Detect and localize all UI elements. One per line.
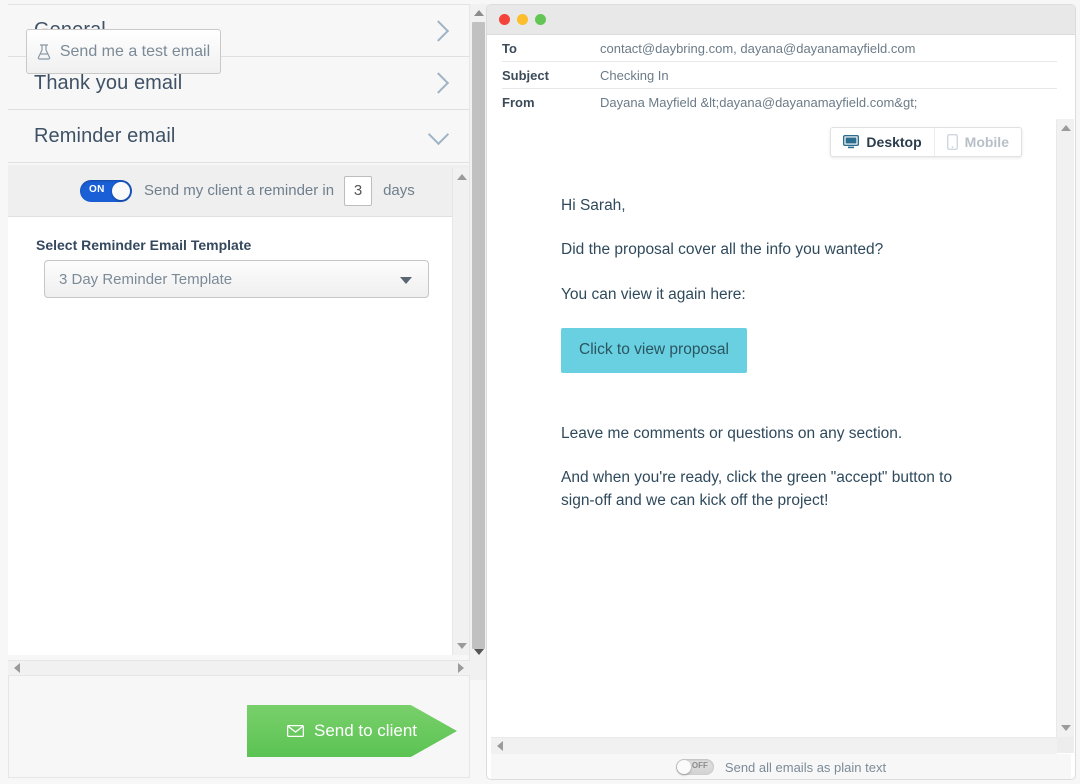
email-header-value-from: Dayana Mayfield &lt;dayana@dayanamayfiel… <box>600 95 917 110</box>
reminder-enabled-toggle[interactable]: ON <box>80 180 132 202</box>
app-root: General Thank you email Reminder email O… <box>0 0 1080 784</box>
email-line-2: You can view it again here: <box>561 284 981 306</box>
inner-vertical-scrollbar[interactable] <box>452 168 470 655</box>
view-mode-mobile[interactable]: Mobile <box>934 128 1021 156</box>
chevron-right-icon <box>428 72 449 93</box>
template-select-label: Select Reminder Email Template <box>36 237 251 253</box>
scroll-right-arrow-icon[interactable] <box>458 663 464 673</box>
email-line-1: Did the proposal cover all the info you … <box>561 239 981 261</box>
toggle-knob <box>112 182 130 200</box>
reminder-days-input[interactable]: 3 <box>344 176 372 206</box>
reminder-days-unit-label: days <box>383 182 415 199</box>
reminder-toggle-row: ON Send my client a reminder in 3 days <box>8 165 470 217</box>
reminder-template-select[interactable]: 3 Day Reminder Template <box>44 260 429 298</box>
email-line-4: And when you're ready, click the green "… <box>561 467 981 512</box>
scroll-up-arrow-icon[interactable] <box>1061 125 1071 131</box>
view-mode-desktop-label: Desktop <box>866 134 921 150</box>
phone-icon <box>947 134 958 150</box>
email-preview-panel: To contact@daybring.com, dayana@dayanama… <box>486 4 1076 780</box>
send-test-email-label: Send me a test email <box>60 43 210 61</box>
email-header-value-subject: Checking In <box>600 68 669 83</box>
email-body-content: Hi Sarah, Did the proposal cover all the… <box>561 195 981 534</box>
scrollbar-corner <box>1057 737 1074 753</box>
flask-icon <box>37 44 51 60</box>
monitor-icon <box>843 135 859 149</box>
view-mode-mobile-label: Mobile <box>965 134 1009 150</box>
email-header-key-from: From <box>502 95 600 110</box>
settings-accordion: General Thank you email Reminder email <box>8 4 470 163</box>
zoom-dot-icon[interactable] <box>535 14 546 25</box>
scroll-left-arrow-icon[interactable] <box>497 741 503 751</box>
scroll-left-arrow-icon[interactable] <box>14 663 20 673</box>
scroll-up-arrow-icon[interactable] <box>474 10 484 16</box>
preview-view-mode-toggle: Desktop Mobile <box>830 127 1022 157</box>
reminder-text-before: Send my client a reminder in <box>144 182 334 199</box>
accordion-section-reminder-email[interactable]: Reminder email <box>8 110 470 163</box>
settings-panel: General Thank you email Reminder email O… <box>0 0 486 784</box>
toggle-knob <box>677 760 691 774</box>
email-header-key-to: To <box>502 41 600 56</box>
accordion-label-thank-you-email: Thank you email <box>34 72 182 95</box>
outer-vertical-scrollbar[interactable] <box>469 4 487 680</box>
scroll-down-arrow-icon[interactable] <box>1061 725 1071 731</box>
scroll-down-arrow-icon[interactable] <box>457 643 467 649</box>
scrollbar-thumb[interactable] <box>472 22 485 649</box>
plain-text-toggle-state-label: OFF <box>692 761 708 770</box>
chevron-down-icon <box>428 124 449 145</box>
email-header-row-to: To contact@daybring.com, dayana@dayanama… <box>502 35 1057 62</box>
preview-horizontal-scrollbar[interactable] <box>491 737 1057 755</box>
plain-text-option-bar: OFF Send all emails as plain text <box>491 754 1071 780</box>
email-header-fields: To contact@daybring.com, dayana@dayanama… <box>487 35 1075 115</box>
email-header-row-from: From Dayana Mayfield &lt;dayana@dayanama… <box>502 89 1057 115</box>
email-header-key-subject: Subject <box>502 68 600 83</box>
envelope-icon <box>287 725 304 737</box>
preview-vertical-scrollbar[interactable] <box>1056 119 1074 737</box>
view-proposal-cta-button[interactable]: Click to view proposal <box>561 328 747 372</box>
scroll-up-arrow-icon[interactable] <box>457 174 467 180</box>
chevron-right-icon <box>428 20 449 41</box>
reminder-settings-body: Select Reminder Email Template 3 Day Rem… <box>8 217 470 655</box>
minimize-dot-icon[interactable] <box>517 14 528 25</box>
reminder-template-selected-value: 3 Day Reminder Template <box>59 271 232 288</box>
email-header-value-to: contact@daybring.com, dayana@dayanamayfi… <box>600 41 915 56</box>
chevron-down-icon <box>400 277 412 284</box>
reminder-toggle-state-label: ON <box>89 184 105 195</box>
plain-text-label: Send all emails as plain text <box>725 760 886 775</box>
scroll-down-arrow-icon[interactable] <box>474 649 484 655</box>
send-test-email-button[interactable]: Send me a test email <box>26 29 221 74</box>
accordion-label-reminder-email: Reminder email <box>34 125 175 148</box>
email-greeting: Hi Sarah, <box>561 195 981 217</box>
send-to-client-label: Send to client <box>314 721 417 741</box>
close-dot-icon[interactable] <box>499 14 510 25</box>
preview-window-titlebar <box>487 5 1075 35</box>
plain-text-toggle[interactable]: OFF <box>676 759 714 775</box>
email-header-row-subject: Subject Checking In <box>502 62 1057 89</box>
email-line-3: Leave me comments or questions on any se… <box>561 423 981 445</box>
horizontal-scrollbar[interactable] <box>8 660 470 676</box>
view-mode-desktop[interactable]: Desktop <box>831 128 933 156</box>
